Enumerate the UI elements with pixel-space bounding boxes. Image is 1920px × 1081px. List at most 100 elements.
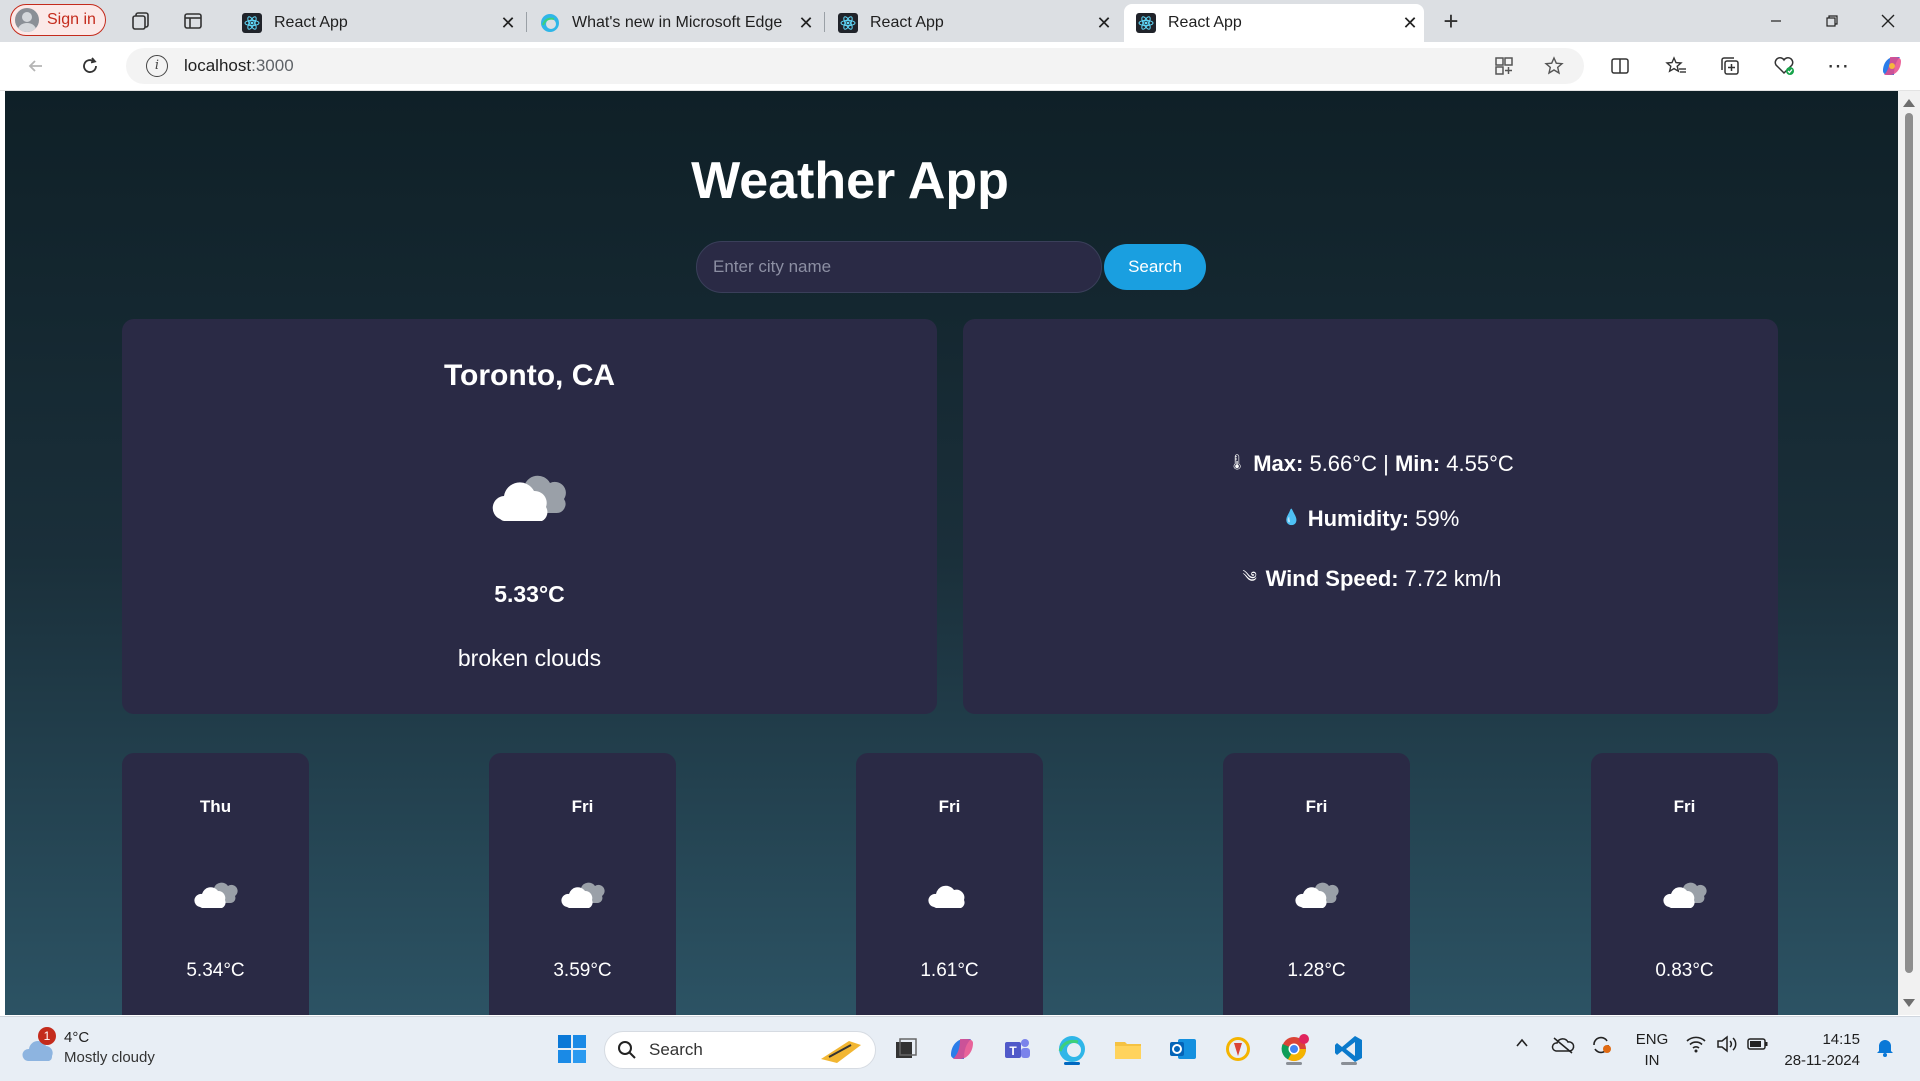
onedrive-off-icon[interactable] (1551, 1035, 1575, 1060)
app-icon[interactable] (1220, 1031, 1256, 1067)
forecast-temperature: 1.61°C (920, 960, 979, 981)
scrollbar-thumb[interactable] (1905, 113, 1913, 973)
tab-title: What's new in Microsoft Edge (572, 14, 783, 31)
language-code: ENG (1635, 1031, 1669, 1048)
forecast-card: Fri 3.59°C (489, 753, 676, 1015)
teams-icon[interactable]: T (999, 1031, 1035, 1067)
more-options-icon[interactable]: ⋯ (1824, 52, 1852, 80)
weather-description: broken clouds (457, 645, 602, 671)
refresh-icon[interactable] (76, 52, 104, 80)
back-icon[interactable] (22, 52, 50, 80)
windows-taskbar: 1 4°C Mostly cloudy Search T ENG IN 14:1… (0, 1016, 1920, 1081)
wind-value: 7.72 km/h (1404, 566, 1502, 591)
forecast-card: Thu 5.34°C (122, 753, 309, 1015)
overcast-clouds-icon (926, 878, 974, 912)
favorites-icon[interactable] (1662, 52, 1690, 80)
forecast-day: Fri (1673, 797, 1696, 816)
close-tab-icon[interactable]: ✕ (1396, 13, 1424, 34)
copilot-icon[interactable] (1878, 52, 1906, 80)
app-title: Weather App (691, 152, 1009, 210)
windows-start-icon[interactable] (554, 1031, 590, 1067)
wind-icon: ༄ (1242, 569, 1257, 586)
city-search-input[interactable] (696, 241, 1102, 293)
min-value: 4.55°C (1446, 451, 1514, 476)
edge-logo-icon (540, 13, 560, 33)
clock-date: 28-11-2024 (1784, 1052, 1860, 1069)
forecast-card: Fri 1.61°C (856, 753, 1043, 1015)
forecast-card: Fri 0.83°C (1591, 753, 1778, 1015)
volume-icon[interactable] (1716, 1035, 1738, 1058)
wifi-icon[interactable] (1686, 1035, 1706, 1058)
react-logo-icon (838, 13, 858, 33)
close-tab-icon[interactable]: ✕ (494, 13, 522, 34)
weather-details-card: 🌡 Max: 5.66°C | Min: 4.55°C 💧 Humidity: 59… (963, 319, 1778, 714)
new-tab-button[interactable]: + (1436, 6, 1466, 36)
close-window-icon[interactable] (1860, 0, 1916, 42)
wind-label: Wind Speed: (1265, 566, 1399, 591)
sync-icon[interactable] (1590, 1035, 1612, 1060)
thermometer-icon: 🌡 (1227, 454, 1247, 471)
city-name: Toronto, CA (443, 359, 616, 392)
edge-app-icon[interactable] (1054, 1031, 1090, 1067)
tab-react-app-2[interactable]: React App ✕ (826, 4, 1118, 42)
task-view-icon[interactable] (888, 1031, 924, 1067)
collections-icon[interactable] (1716, 52, 1744, 80)
tab-actions-icon[interactable] (181, 9, 205, 33)
notification-bell-icon[interactable] (1876, 1037, 1894, 1062)
browser-toolbar: i localhost:3000 ⋯ (0, 42, 1920, 91)
minimize-icon[interactable] (1748, 0, 1804, 42)
current-weather-card: Toronto, CA 5.33°C broken clouds (122, 319, 937, 714)
droplet-icon: 💧 (1282, 509, 1302, 526)
forecast-card: Fri 1.28°C (1223, 753, 1410, 1015)
tab-react-app-active[interactable]: React App ✕ (1124, 4, 1424, 42)
forecast-day: Fri (938, 797, 961, 816)
running-app-indicator (1286, 1062, 1302, 1065)
active-app-indicator (1064, 1062, 1080, 1065)
system-clock[interactable]: 14:15 28-11-2024 (1780, 1029, 1860, 1071)
battery-icon[interactable] (1747, 1035, 1769, 1058)
chevron-up-icon[interactable] (1514, 1035, 1530, 1056)
humidity-label: Humidity: (1307, 506, 1410, 531)
min-label: Min: (1394, 451, 1441, 476)
scroll-up-icon[interactable] (1903, 99, 1915, 107)
address-bar[interactable]: i localhost:3000 (126, 48, 1584, 84)
taskbar-weather-widget[interactable]: 1 4°C Mostly cloudy (20, 1027, 170, 1071)
search-button[interactable]: Search (1104, 244, 1206, 290)
file-explorer-icon[interactable] (1110, 1031, 1146, 1067)
broken-clouds-icon (192, 878, 240, 912)
browser-tab-strip: Sign in React App ✕ What's new in Micros… (0, 0, 1920, 42)
svg-text:T: T (1009, 1044, 1017, 1058)
split-screen-icon[interactable] (1606, 52, 1634, 80)
outlook-icon[interactable] (1165, 1031, 1201, 1067)
forecast-day: Fri (571, 797, 594, 816)
page-scrollbar[interactable] (1898, 91, 1920, 1015)
broken-clouds-icon (1661, 878, 1709, 912)
site-info-icon[interactable]: i (146, 55, 168, 77)
url-port: :3000 (251, 56, 294, 75)
close-tab-icon[interactable]: ✕ (792, 13, 820, 34)
clock-time: 14:15 (1822, 1031, 1860, 1048)
restore-icon[interactable] (1804, 0, 1860, 42)
close-tab-icon[interactable]: ✕ (1090, 13, 1118, 34)
search-highlight-icon (821, 1041, 861, 1063)
tab-microsoft-edge[interactable]: What's new in Microsoft Edge ✕ (528, 4, 820, 42)
workspaces-icon[interactable] (129, 9, 153, 33)
forecast-day: Thu (199, 797, 232, 816)
scroll-down-icon[interactable] (1903, 999, 1915, 1007)
forecast-temperature: 5.34°C (186, 960, 245, 981)
react-logo-icon (242, 13, 262, 33)
favorite-star-icon[interactable] (1542, 54, 1566, 78)
broken-clouds-icon (559, 878, 607, 912)
sign-in-button[interactable]: Sign in (10, 4, 106, 36)
forecast-temperature: 1.28°C (1287, 960, 1346, 981)
taskbar-search-box[interactable]: Search (604, 1031, 876, 1069)
input-language[interactable]: ENG IN (1632, 1029, 1672, 1071)
tab-react-app-1[interactable]: React App ✕ (230, 4, 522, 42)
chrome-icon[interactable] (1276, 1031, 1312, 1067)
range-separator: | (1383, 451, 1389, 476)
forecast-temperature: 0.83°C (1655, 960, 1714, 981)
copilot-app-icon[interactable] (944, 1031, 980, 1067)
app-available-icon[interactable] (1492, 54, 1516, 78)
vscode-icon[interactable] (1331, 1031, 1367, 1067)
browser-essentials-icon[interactable] (1770, 52, 1798, 80)
